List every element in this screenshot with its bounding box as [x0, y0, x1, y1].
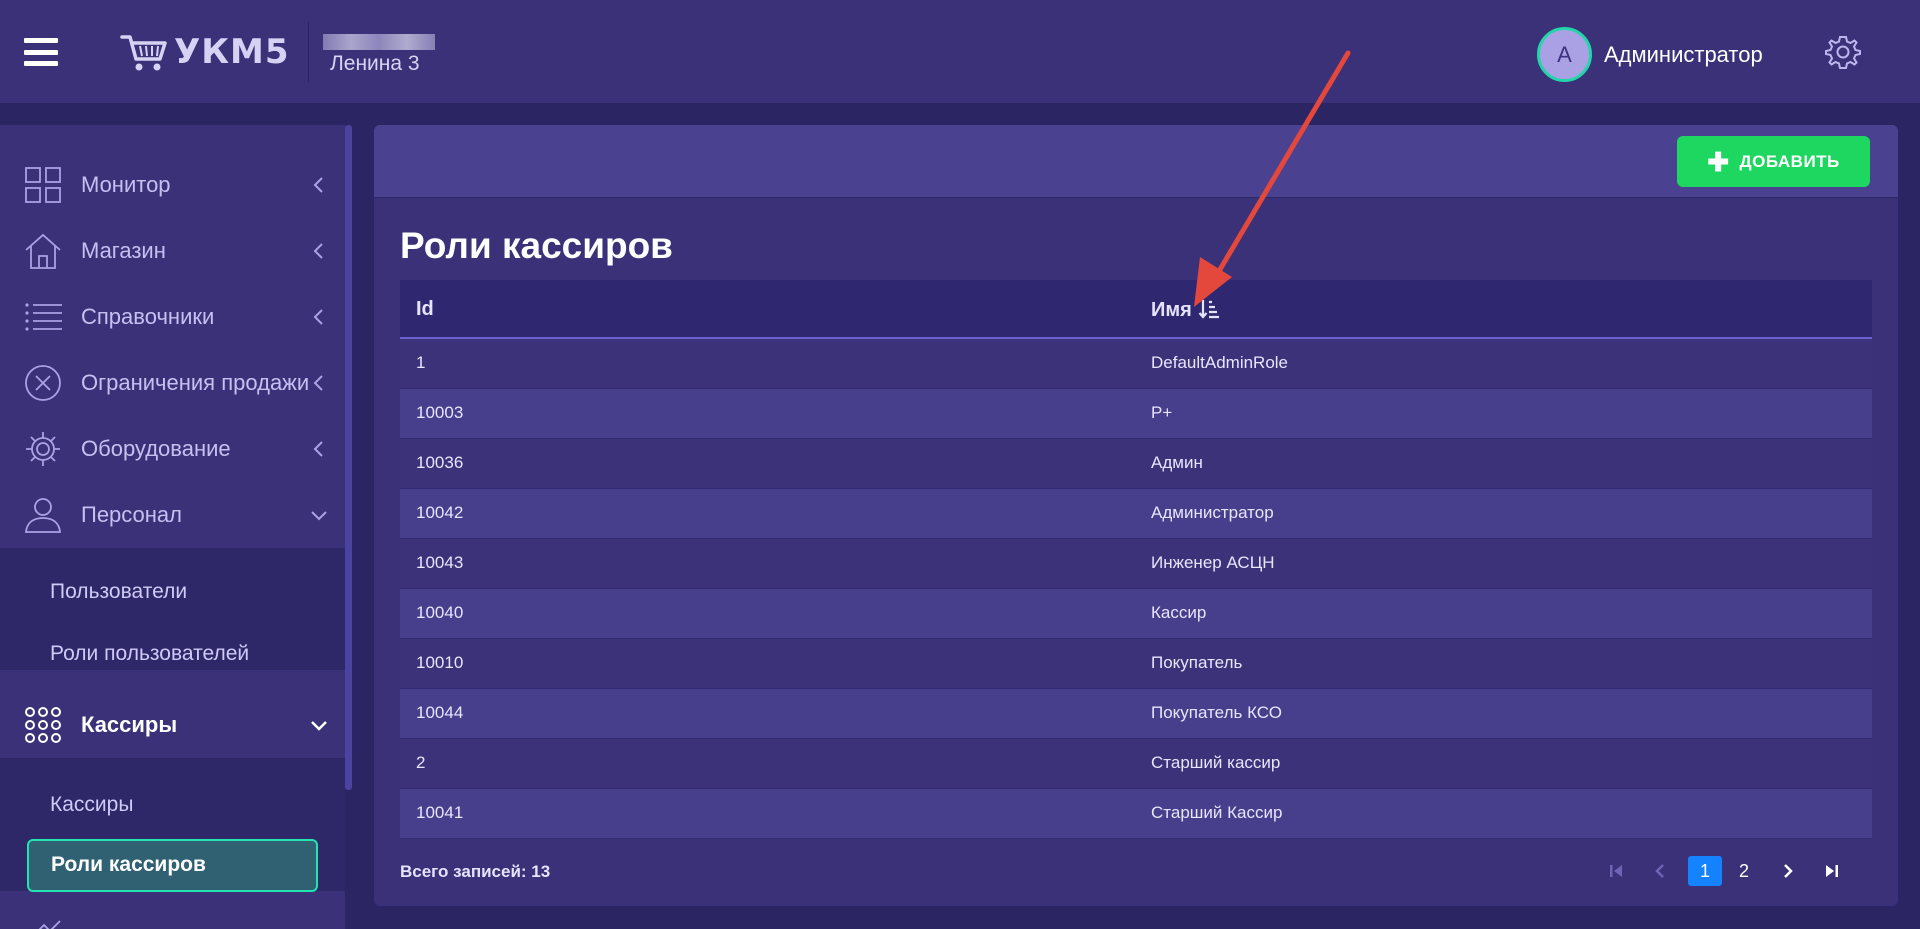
table-row[interactable]: 10003 Р+ — [400, 389, 1872, 439]
user-menu[interactable]: А Администратор — [1537, 27, 1763, 82]
table-body: 1 DefaultAdminRole 10003 Р+ 10036 Админ 10042 А… — [400, 339, 1872, 839]
cell-name: Старший кассир — [1151, 753, 1281, 772]
sidebar-subitem-user-roles[interactable]: Роли пользователей — [50, 642, 249, 666]
column-header-name[interactable]: Имя — [1151, 298, 1220, 322]
circle-x-icon — [25, 365, 61, 401]
first-page-icon[interactable] — [1600, 855, 1632, 887]
cell-id: 10003 — [416, 403, 464, 422]
sidebar-item-references[interactable]: Справочники — [0, 284, 345, 350]
logo-text: УКМ5 — [174, 32, 290, 72]
add-button-label: ДОБАВИТЬ — [1739, 151, 1840, 171]
cell-name: Покупатель — [1151, 653, 1243, 672]
prev-page-icon[interactable] — [1644, 855, 1676, 887]
cell-name: Админ — [1151, 453, 1203, 472]
dots-grid-icon — [25, 707, 61, 743]
table-row[interactable]: 10041 Старший Кассир — [400, 789, 1872, 839]
user-name[interactable]: Администратор — [1604, 42, 1763, 68]
card-toolbar: ✚ ДОБАВИТЬ — [374, 125, 1898, 198]
sort-ascending-icon[interactable] — [1198, 298, 1220, 320]
store-name: Ленина 3 — [330, 52, 420, 75]
table-row[interactable]: 10010 Покупатель — [400, 639, 1872, 689]
avatar[interactable]: А — [1537, 27, 1592, 82]
cell-id: 10040 — [416, 603, 464, 622]
cell-name: Покупатель КСО — [1151, 703, 1282, 722]
chevron-left-icon — [313, 309, 323, 325]
cell-id: 10044 — [416, 703, 464, 722]
chevron-left-icon — [313, 441, 323, 457]
sidebar-scrollbar[interactable] — [345, 125, 352, 790]
cell-name: Кассир — [1151, 603, 1207, 622]
list-icon — [25, 303, 62, 331]
table-row[interactable]: 10036 Админ — [400, 439, 1872, 489]
cashiers-submenu: Кассиры Роли кассиров — [0, 758, 345, 892]
gear-icon — [26, 432, 60, 466]
next-page-icon[interactable] — [1772, 855, 1804, 887]
sidebar-item-personnel[interactable]: Персонал — [0, 482, 345, 548]
sidebar-subitem-cashiers[interactable]: Кассиры — [50, 793, 133, 817]
table-row[interactable]: 10042 Администратор — [400, 489, 1872, 539]
sidebar-item-cashiers[interactable]: Кассиры — [0, 692, 345, 758]
cell-id: 10043 — [416, 553, 464, 572]
cell-id: 2 — [416, 753, 426, 772]
grid-icon — [25, 167, 61, 203]
sidebar-item-label: Оборудование — [81, 436, 231, 461]
blurred-store-label — [323, 34, 435, 50]
table-row[interactable]: 10043 Инженер АСЦН — [400, 539, 1872, 589]
page-button-2[interactable]: 2 — [1728, 855, 1760, 887]
hamburger-menu-icon[interactable] — [24, 38, 58, 66]
cell-id: 10042 — [416, 503, 464, 522]
main-card: ✚ ДОБАВИТЬ Роли кассиров Id Имя 1 Default… — [374, 125, 1898, 906]
total-records: Всего записей: 13 — [400, 862, 551, 881]
column-header-name-label: Имя — [1151, 299, 1192, 321]
chevron-left-icon — [313, 243, 323, 259]
chevron-left-icon — [313, 375, 323, 391]
sidebar-item-equipment[interactable]: Оборудование — [0, 416, 345, 482]
page-title: Роли кассиров — [400, 225, 673, 266]
shopping-cart-icon — [120, 35, 167, 71]
house-icon — [25, 233, 61, 269]
cell-id: 10036 — [416, 453, 464, 472]
table-row[interactable]: 10044 Покупатель КСО — [400, 689, 1872, 739]
sidebar-item-label: Ограничения продажи — [81, 370, 310, 395]
plus-icon: ✚ — [1707, 146, 1730, 177]
cell-id: 10041 — [416, 803, 464, 822]
cell-name: DefaultAdminRole — [1151, 353, 1289, 372]
cell-id: 10010 — [416, 653, 464, 672]
settings-gear-icon[interactable] — [1825, 34, 1861, 70]
sidebar-item-label: Магазин — [81, 238, 166, 263]
sidebar-item-sale-restrictions[interactable]: Ограничения продажи — [0, 350, 345, 416]
cell-name: Инженер АСЦН — [1151, 553, 1275, 572]
sidebar-item-monitor[interactable]: Монитор — [0, 152, 345, 218]
sidebar-item-label: Кассиры — [81, 712, 178, 737]
sidebar-item-label: Персонал — [81, 502, 182, 527]
sidebar-item-label: Справочники — [81, 304, 215, 329]
roles-table: Id Имя 1 DefaultAdminRole 10003 Р+ 10036 Адми… — [400, 280, 1872, 839]
cut-off-nav-icon — [38, 920, 61, 929]
personnel-submenu: Пользователи Роли пользователей — [0, 548, 345, 670]
sidebar-item-label: Монитор — [81, 172, 171, 197]
last-page-icon[interactable] — [1816, 855, 1848, 887]
add-button[interactable]: ✚ ДОБАВИТЬ — [1677, 136, 1870, 187]
person-icon — [25, 498, 61, 533]
page-button-1[interactable]: 1 — [1688, 856, 1722, 886]
chevron-down-icon — [311, 511, 327, 521]
chevron-down-icon — [311, 721, 327, 731]
table-header: Id Имя — [400, 280, 1872, 339]
table-row[interactable]: 10040 Кассир — [400, 589, 1872, 639]
cell-name: Администратор — [1151, 503, 1274, 522]
sidebar: Монитор Магазин Справочники Ограничения … — [0, 125, 345, 929]
sidebar-subitem-users[interactable]: Пользователи — [50, 580, 187, 604]
top-bar: УКМ5 Ленина 3 А Администратор — [0, 0, 1920, 104]
divider — [308, 22, 309, 82]
sidebar-subitem-cashier-roles[interactable]: Роли кассиров — [27, 839, 318, 892]
cell-id: 1 — [416, 353, 426, 372]
column-header-id[interactable]: Id — [416, 298, 434, 321]
sidebar-item-store[interactable]: Магазин — [0, 218, 345, 284]
chevron-left-icon — [313, 177, 323, 193]
logo: УКМ5 — [120, 30, 290, 74]
cell-name: Р+ — [1151, 403, 1173, 422]
cell-name: Старший Кассир — [1151, 803, 1283, 822]
table-row[interactable]: 2 Старший кассир — [400, 739, 1872, 789]
table-row[interactable]: 1 DefaultAdminRole — [400, 339, 1872, 389]
